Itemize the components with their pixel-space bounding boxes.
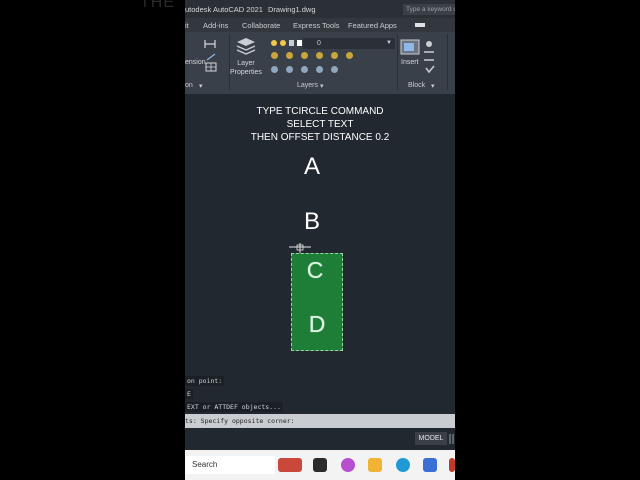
insert-block-icon[interactable] [400, 38, 438, 78]
layer-dropdown-value: 0 [317, 40, 321, 47]
drawing-text-a[interactable]: A [292, 153, 332, 181]
command-history-line: on point: [185, 376, 225, 386]
widget-icon[interactable] [278, 458, 302, 472]
file-explorer-icon[interactable] [368, 458, 382, 472]
ribbon-panel: ension on ▾ Layer Properties 0 ▼ Layers … [185, 32, 455, 94]
model-tab[interactable]: MODEL [415, 432, 447, 445]
drawing-text-c[interactable]: C [295, 257, 335, 284]
drawing-text-d[interactable]: D [297, 311, 337, 338]
store-icon[interactable] [423, 458, 437, 472]
command-history-line: E [185, 389, 193, 399]
ribbon-separator [397, 34, 398, 90]
insert-label[interactable]: Insert [401, 59, 419, 66]
block-panel-arrow[interactable]: ▾ [431, 82, 435, 90]
layers-panel-arrow[interactable]: ▾ [320, 82, 324, 90]
autocad-window: utodesk AutoCAD 2021 Drawing1.dwg Type a… [185, 0, 455, 480]
tab-edit[interactable]: it [185, 21, 189, 30]
drawing-text-b[interactable]: B [292, 208, 332, 236]
instruction-line: TYPE TCIRCLE COMMAND [256, 106, 384, 117]
layer-tools-grid[interactable] [269, 50, 355, 80]
block-panel-title[interactable]: Block [408, 82, 425, 89]
layer-state-icons [271, 40, 302, 46]
layers-panel-title[interactable]: Layers [297, 82, 318, 89]
autocad-taskbar-icon[interactable] [449, 458, 455, 472]
tab-featured-apps[interactable]: Featured Apps [348, 21, 397, 30]
background-watermark: THE [140, 0, 175, 11]
ribbon-tab-bar: it Add-ins Collaborate Express Tools Fea… [185, 18, 455, 32]
tab-add-ins[interactable]: Add-ins [203, 21, 228, 30]
task-view-icon[interactable] [313, 458, 327, 472]
chevron-down-icon: ▼ [386, 40, 392, 46]
instruction-line: THEN OFFSET DISTANCE 0.2 [250, 132, 390, 143]
grip-icon[interactable] [449, 433, 455, 445]
dimension-tools-icon[interactable] [203, 36, 223, 72]
help-search-input[interactable]: Type a keyword or phrase [403, 4, 455, 15]
title-bar: utodesk AutoCAD 2021 Drawing1.dwg Type a… [185, 0, 455, 18]
copilot-icon[interactable] [341, 458, 355, 472]
layer-properties-label[interactable]: Layer Properties [230, 59, 262, 77]
tab-collaborate[interactable]: Collaborate [242, 21, 280, 30]
annotation-panel-arrow[interactable]: ▾ [199, 82, 203, 90]
status-bar: MODEL [185, 429, 455, 449]
tab-express-tools[interactable]: Express Tools [293, 21, 340, 30]
app-title: utodesk AutoCAD 2021 [185, 5, 263, 14]
dimension-label: ension [185, 59, 206, 66]
file-name: Drawing1.dwg [268, 5, 316, 14]
instruction-line: SELECT TEXT [286, 119, 354, 130]
taskbar-search[interactable]: Search [185, 456, 275, 474]
command-line-input[interactable]: ts: Specify opposite corner: [185, 414, 455, 428]
crosshair-cursor-icon [289, 243, 311, 253]
edge-browser-icon[interactable] [396, 458, 410, 472]
command-history-line: EXT or ATTDEF objects... [185, 402, 283, 412]
annotation-panel-title[interactable]: on [185, 82, 193, 89]
ribbon-toggle-icon[interactable] [415, 23, 425, 27]
layer-dropdown[interactable]: 0 ▼ [303, 38, 395, 49]
layer-properties-icon[interactable] [235, 36, 257, 58]
ribbon-separator [447, 34, 448, 90]
windows-taskbar: Search [185, 450, 455, 480]
